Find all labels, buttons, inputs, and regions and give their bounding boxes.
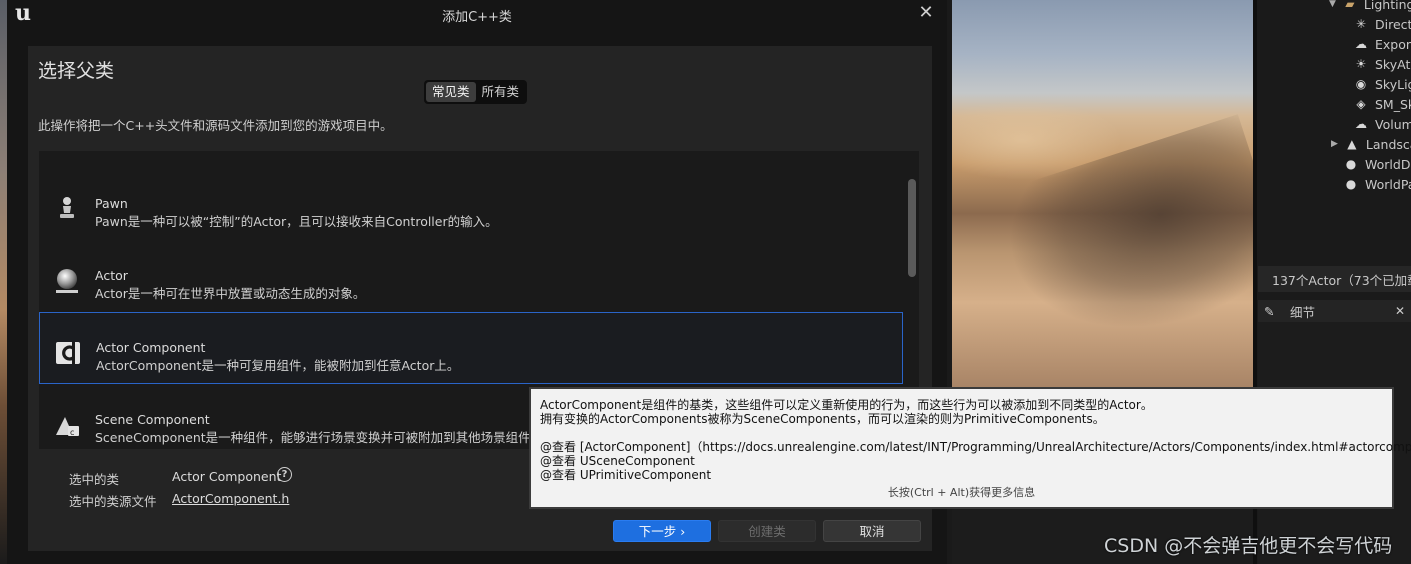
tab-all-classes[interactable]: 所有类 — [476, 82, 526, 102]
source-file-link[interactable]: ActorComponent.h — [172, 491, 289, 506]
actor-sphere-icon — [56, 269, 78, 293]
pencil-icon: ✎ — [1264, 303, 1275, 319]
selected-class-label: 选中的类 — [69, 472, 120, 487]
static-mesh-icon: ◈ — [1356, 97, 1366, 111]
tab-details[interactable]: ✎ 细节 ✕ — [1258, 300, 1411, 322]
collapse-arrow-icon[interactable]: ▼ — [1329, 0, 1336, 9]
tooltip-line: ActorComponent是组件的基类，这些组件可以定义重新使用的行为，而这些… — [540, 398, 1153, 412]
actor-component-icon — [56, 342, 80, 364]
class-item-pawn[interactable]: Pawn Pawn是一种可以被“控制”的Actor，且可以接收来自Control… — [39, 169, 903, 241]
cancel-button[interactable]: 取消 — [823, 520, 921, 542]
sky-light-icon: ◉ — [1355, 77, 1367, 91]
dialog-titlebar[interactable]: u 添加C++类 ✕ — [7, 0, 947, 28]
landscape-icon: ▲ — [1347, 137, 1357, 151]
outliner-item-volumetric-cloud[interactable]: ☁ Volum — [1353, 114, 1411, 134]
class-description: SceneComponent是一种组件，能够进行场景变换并可被附加到其他场景组件 — [95, 430, 531, 445]
class-item-actor-component[interactable]: Actor Component ActorComponent是一种可复用组件，能… — [39, 312, 903, 384]
dialog-title: 添加C++类 — [442, 10, 512, 25]
outliner-item-landscape[interactable]: ▶ ▲ Landsca — [1331, 134, 1411, 154]
class-item-actor[interactable]: Actor Actor是一种可在世界中放置或动态生成的对象。 — [39, 241, 903, 313]
outliner-item-directional-light[interactable]: ✳ Directi — [1353, 14, 1411, 34]
volumetric-cloud-icon: ☁ — [1355, 117, 1367, 131]
viewport-left-edge — [0, 0, 7, 564]
world-partition-icon: ● — [1345, 177, 1357, 191]
class-name: Scene Component — [95, 412, 210, 427]
details-tab-label: 细节 — [1290, 304, 1316, 320]
sky-atmosphere-icon: ☀ — [1355, 57, 1367, 71]
class-name: Pawn — [95, 196, 128, 211]
next-button[interactable]: 下一步 › — [613, 520, 711, 542]
directional-light-icon: ✳ — [1355, 17, 1367, 31]
selected-class-value: Actor Component — [172, 469, 282, 484]
svg-text:c: c — [70, 428, 74, 437]
close-tab-icon[interactable]: ✕ — [1395, 304, 1405, 318]
actor-count-status: 137个Actor（73个已加载 — [1258, 266, 1411, 292]
scene-component-icon: c — [56, 417, 79, 437]
outliner-item-lighting[interactable]: ▼ ▰ Lighting — [1329, 0, 1411, 14]
list-scrollbar[interactable] — [908, 179, 916, 279]
watermark: CSDN @不会弹吉他更不会写代码 — [1104, 535, 1393, 557]
class-name: Actor — [95, 268, 128, 283]
outliner-item-static-mesh[interactable]: ◈ SM_Sk — [1353, 94, 1411, 114]
tooltip-docs-link[interactable]: @查看 [ActorComponent]（https://docs.unreal… — [540, 440, 1411, 454]
outliner-item-exponential-fog[interactable]: ☁ Expone — [1353, 34, 1411, 54]
tooltip-line: 拥有变换的ActorComponents被称为SceneComponents，而… — [540, 412, 1105, 426]
expand-arrow-icon[interactable]: ▶ — [1331, 139, 1338, 149]
outliner-item-sky-atmosphere[interactable]: ☀ SkyAtn — [1353, 54, 1411, 74]
class-description: Actor是一种可在世界中放置或动态生成的对象。 — [95, 286, 366, 301]
page-title: 选择父类 — [38, 60, 115, 82]
scrollbar-thumb[interactable] — [908, 179, 916, 277]
level-viewport[interactable] — [952, 0, 1253, 388]
class-description: ActorComponent是一种可复用组件，能被附加到任意Actor上。 — [96, 358, 460, 373]
world-data-icon: ● — [1345, 157, 1357, 171]
folder-icon: ▰ — [1345, 0, 1355, 11]
class-filter-toggle: 常见类 所有类 — [424, 80, 528, 104]
outliner-item-world-partition[interactable]: ● WorldPa — [1343, 174, 1411, 194]
exponential-fog-icon: ☁ — [1355, 37, 1367, 51]
pawn-icon — [60, 197, 74, 218]
help-icon[interactable]: ? — [277, 467, 292, 482]
create-class-button[interactable]: 创建类 — [718, 520, 816, 542]
tab-common-classes[interactable]: 常见类 — [426, 82, 476, 102]
outliner-item-sky-light[interactable]: ◉ SkyLig — [1353, 74, 1411, 94]
tooltip-line: @查看 USceneComponent — [540, 454, 695, 468]
dialog-description: 此操作将把一个C++头文件和源码文件添加到您的游戏项目中。 — [38, 118, 393, 133]
selected-source-label: 选中的类源文件 — [69, 494, 157, 509]
class-description: Pawn是一种可以被“控制”的Actor，且可以接收来自Controller的输… — [95, 214, 498, 229]
class-tooltip: ActorComponent是组件的基类，这些组件可以定义重新使用的行为，而这些… — [529, 387, 1411, 509]
outliner-item-world-data[interactable]: ● WorldDa — [1343, 154, 1411, 174]
tooltip-hint: 长按(Ctrl + Alt)获得更多信息 — [887, 486, 1036, 499]
class-name: Actor Component — [96, 340, 206, 355]
close-dialog-button[interactable]: ✕ — [915, 2, 937, 24]
tooltip-line: @查看 UPrimitiveComponent — [540, 468, 712, 482]
